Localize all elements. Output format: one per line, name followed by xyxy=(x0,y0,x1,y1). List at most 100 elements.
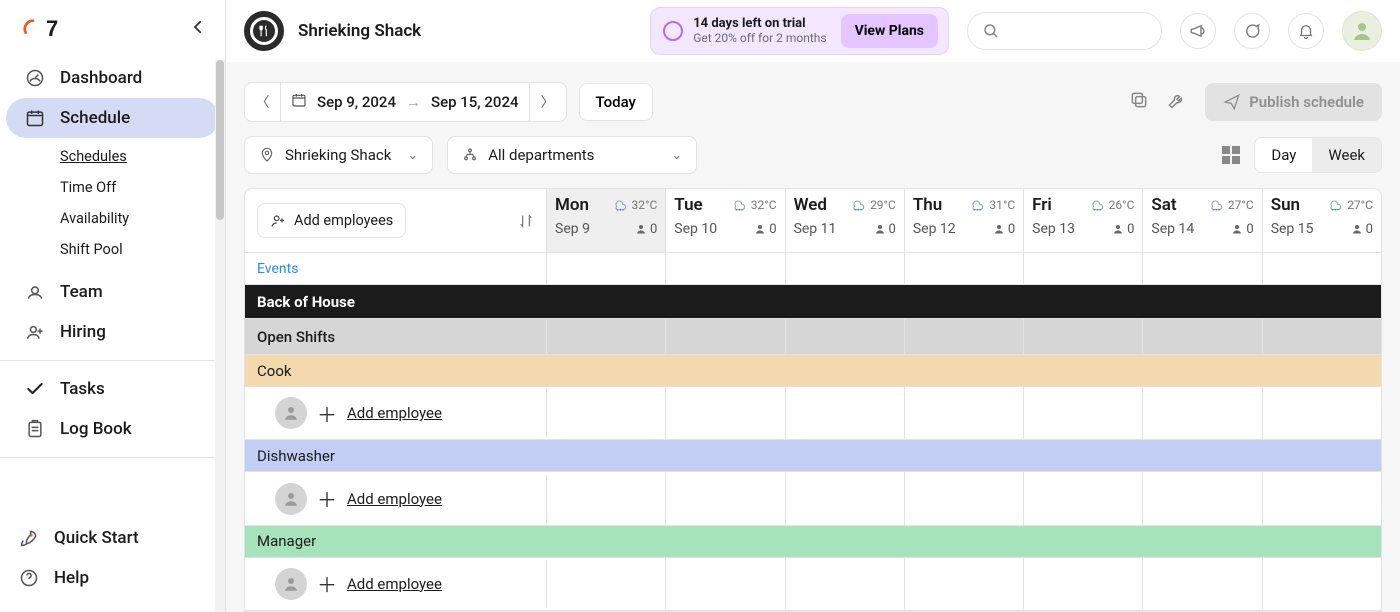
team-icon xyxy=(24,281,46,303)
date-range-button[interactable]: Sep 9, 2024 → Sep 15, 2024 xyxy=(281,83,530,121)
person-plus-icon xyxy=(270,213,286,229)
sidebar-item-tasks[interactable]: Tasks xyxy=(6,369,219,409)
date-nav-group: 〈 Sep 9, 2024 → Sep 15, 2024 〉 xyxy=(244,82,567,122)
sidebar-divider xyxy=(0,360,225,361)
employee-count: 0 xyxy=(1231,222,1253,237)
chevron-left-icon xyxy=(189,18,207,36)
plus-icon: ＋ xyxy=(317,399,337,428)
employee-count: 0 xyxy=(1351,222,1373,237)
events-link[interactable]: Events xyxy=(245,253,547,285)
prev-week-button[interactable]: 〈 xyxy=(245,83,281,121)
grid-view-button[interactable] xyxy=(1222,146,1240,164)
temperature: 29°C xyxy=(870,198,896,212)
plus-icon: ＋ xyxy=(317,569,337,598)
sidebar-item-dashboard[interactable]: Dashboard xyxy=(6,58,219,98)
person-icon xyxy=(635,223,647,235)
weather: 26°C xyxy=(1089,197,1135,213)
tools-button[interactable] xyxy=(1167,90,1191,114)
sidebar-collapse-button[interactable] xyxy=(189,18,207,41)
sidebar-scrollbar[interactable] xyxy=(215,60,225,612)
day-column-thu[interactable]: Thu 31°C Sep 12 0 xyxy=(905,189,1024,252)
chat-button[interactable] xyxy=(1234,13,1270,49)
person-icon xyxy=(1231,223,1243,235)
date-string: Sep 15 xyxy=(1271,221,1314,237)
temperature: 31°C xyxy=(989,198,1015,212)
weather: 27°C xyxy=(1208,197,1254,213)
location-filter[interactable]: Shrieking Shack ⌄ xyxy=(244,136,433,174)
app-logo: 7 xyxy=(22,16,58,42)
chat-icon xyxy=(1243,22,1261,40)
calendar-icon xyxy=(291,92,307,112)
empty-avatar xyxy=(275,568,307,600)
open-shifts-row[interactable]: Open Shifts xyxy=(245,320,547,354)
empty-avatar xyxy=(275,483,307,515)
person-icon xyxy=(874,223,886,235)
arrow-right-icon: → xyxy=(406,93,421,111)
sidebar-item-hiring[interactable]: Hiring xyxy=(6,312,219,352)
logo-text: 7 xyxy=(46,16,58,42)
sidebar-item-help[interactable]: Help xyxy=(0,558,225,598)
sidebar-sub-schedules[interactable]: Schedules xyxy=(60,142,219,171)
view-plans-button[interactable]: View Plans xyxy=(841,14,938,48)
sidebar: 7 Dashboard Schedule Schedules Time Off … xyxy=(0,0,226,612)
temperature: 26°C xyxy=(1109,198,1135,212)
toggle-day[interactable]: Day xyxy=(1255,138,1312,172)
date-string: Sep 11 xyxy=(794,221,837,237)
employee-count: 0 xyxy=(874,222,896,237)
day-column-sat[interactable]: Sat 27°C Sep 14 0 xyxy=(1143,189,1262,252)
rain-icon xyxy=(1089,197,1105,213)
sidebar-sub-timeoff[interactable]: Time Off xyxy=(60,173,219,202)
date-string: Sep 9 xyxy=(555,221,590,237)
sidebar-sub-availability[interactable]: Availability xyxy=(60,204,219,233)
day-column-tue[interactable]: Tue 32°C Sep 10 0 xyxy=(666,189,785,252)
chevron-down-icon: ⌄ xyxy=(671,148,682,163)
help-icon xyxy=(18,567,40,589)
bell-icon xyxy=(1297,22,1315,40)
sidebar-item-label: Schedule xyxy=(60,108,130,128)
toggle-week[interactable]: Week xyxy=(1312,138,1381,172)
temperature: 32°C xyxy=(751,198,777,212)
add-employee-cook[interactable]: Add employee xyxy=(347,404,442,422)
search-input[interactable] xyxy=(967,12,1162,50)
logo-swoosh-icon xyxy=(22,18,44,40)
day-column-sun[interactable]: Sun 27°C Sep 15 0 xyxy=(1263,189,1381,252)
sidebar-item-team[interactable]: Team xyxy=(6,272,219,312)
weather: 32°C xyxy=(612,197,658,213)
calendar-icon xyxy=(24,107,46,129)
rain-icon xyxy=(969,197,985,213)
date-string: Sep 12 xyxy=(913,221,956,237)
department-filter[interactable]: All departments ⌄ xyxy=(447,136,697,174)
day-column-fri[interactable]: Fri 26°C Sep 13 0 xyxy=(1024,189,1143,252)
date-end: Sep 15, 2024 xyxy=(431,93,519,111)
today-button[interactable]: Today xyxy=(579,83,653,121)
add-employee-manager[interactable]: Add employee xyxy=(347,575,442,593)
next-week-button[interactable]: 〉 xyxy=(530,83,566,121)
sidebar-item-logbook[interactable]: Log Book xyxy=(6,409,219,449)
temperature: 32°C xyxy=(632,198,658,212)
hiring-icon xyxy=(24,321,46,343)
ribbon-badge-icon xyxy=(663,21,683,41)
notifications-button[interactable] xyxy=(1288,13,1324,49)
pin-icon xyxy=(259,147,275,163)
sort-button[interactable] xyxy=(518,213,534,229)
add-employees-button[interactable]: Add employees xyxy=(257,203,406,238)
sidebar-item-quickstart[interactable]: Quick Start xyxy=(0,518,225,558)
user-avatar[interactable] xyxy=(1342,11,1382,51)
person-icon xyxy=(993,223,1005,235)
add-employees-label: Add employees xyxy=(294,212,393,229)
date-string: Sep 14 xyxy=(1151,221,1194,237)
day-column-mon[interactable]: Mon 32°C Sep 9 0 xyxy=(547,189,666,252)
weather: 27°C xyxy=(1327,197,1373,213)
rain-icon xyxy=(612,197,628,213)
day-column-wed[interactable]: Wed 29°C Sep 11 0 xyxy=(786,189,905,252)
copy-button[interactable] xyxy=(1129,90,1153,114)
department-filter-label: All departments xyxy=(488,146,594,164)
publish-schedule-button[interactable]: Publish schedule xyxy=(1205,83,1382,121)
sidebar-item-schedule[interactable]: Schedule xyxy=(6,98,219,138)
trial-banner: 14 days left on trial Get 20% off for 2 … xyxy=(650,7,949,55)
add-employee-dishwasher[interactable]: Add employee xyxy=(347,490,442,508)
sidebar-sub-shiftpool[interactable]: Shift Pool xyxy=(60,235,219,264)
plus-icon: ＋ xyxy=(317,484,337,513)
dashboard-icon xyxy=(24,67,46,89)
announcements-button[interactable] xyxy=(1180,13,1216,49)
